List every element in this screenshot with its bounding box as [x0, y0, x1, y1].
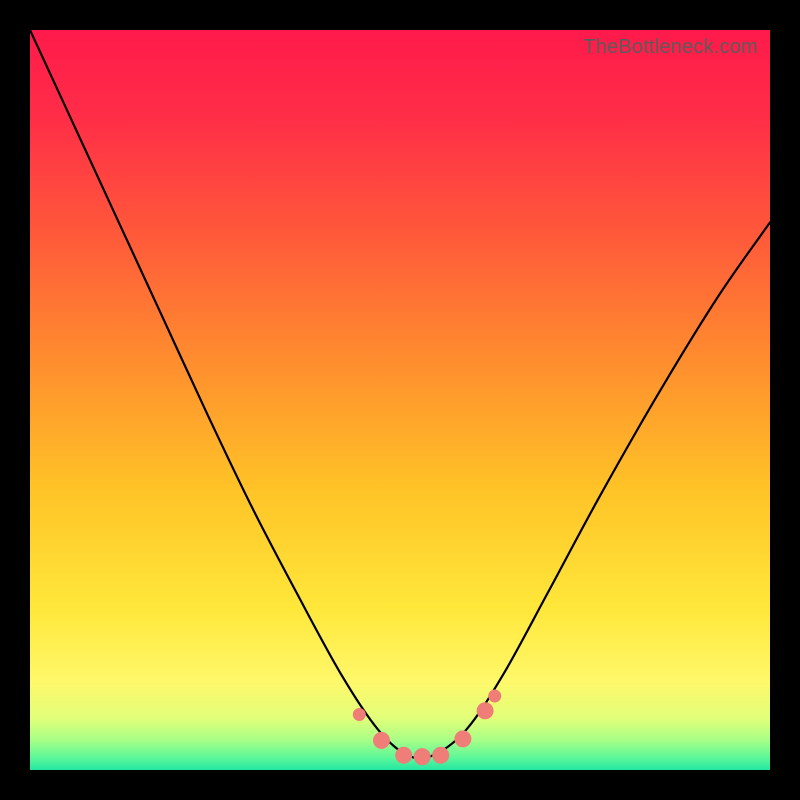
bottleneck-curve — [30, 30, 770, 758]
curve-marker — [477, 703, 493, 719]
plot-area: TheBottleneck.com — [30, 30, 770, 770]
watermark-text: TheBottleneck.com — [583, 36, 758, 59]
curve-marker — [489, 690, 501, 702]
curve-marker — [433, 747, 449, 763]
curve-marker — [374, 732, 390, 748]
curve-layer — [30, 30, 770, 770]
curve-marker — [414, 749, 430, 765]
curve-marker — [396, 747, 412, 763]
chart-frame: TheBottleneck.com — [0, 0, 800, 800]
curve-marker — [353, 709, 365, 721]
curve-marker — [455, 731, 471, 747]
